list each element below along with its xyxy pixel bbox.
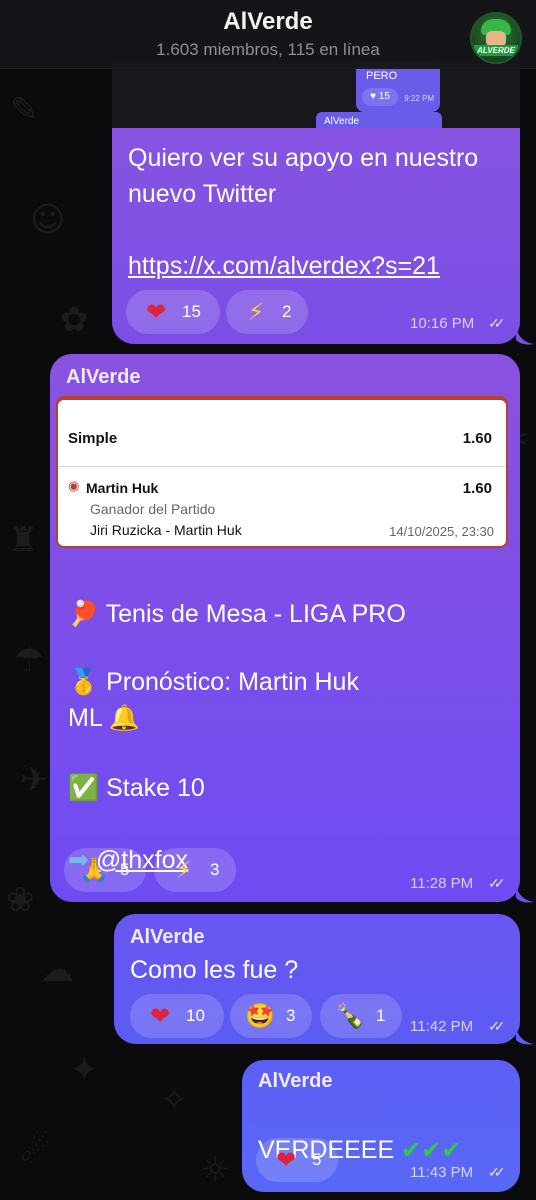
mini-time: 9:22 PM — [404, 94, 434, 103]
message-bubble[interactable]: AlVerde VERDEEEE ✔✔✔ ❤ 5 11:43 PM ✓✓ — [242, 1060, 520, 1192]
message-time: 11:43 PM — [410, 1164, 474, 1181]
reaction-lightning[interactable]: ⚡ 2 — [226, 290, 308, 334]
embedded-screenshot[interactable]: PERO ♥ 15 9:22 PM AlVerde — [112, 60, 520, 128]
reaction-count: 3 — [210, 860, 220, 879]
message-bubble[interactable]: AlVerde Como les fue ? ❤ 10 🤩 3 🍾 1 11:4… — [114, 914, 520, 1044]
reaction-count: 3 — [286, 1006, 296, 1025]
chat-title[interactable]: AlVerde — [0, 8, 536, 36]
heart-icon: ❤ — [149, 1002, 171, 1030]
champagne-icon: 🍾 — [335, 1002, 365, 1030]
pray-icon: 🙏 — [79, 856, 109, 884]
reaction-star-struck[interactable]: 🤩 3 — [230, 994, 312, 1038]
message-time: 10:16 PM — [410, 315, 475, 332]
market-name: Ganador del Partido — [90, 501, 216, 517]
reaction-count: 2 — [282, 302, 292, 321]
heart-icon: ❤ — [275, 1146, 297, 1174]
heart-icon: ❤ — [145, 298, 167, 326]
ping-pong-icon: 🏓 — [68, 599, 100, 628]
match-name: Jiri Ruzicka - Martin Huk — [90, 522, 242, 538]
bubble-tail — [516, 328, 534, 345]
reaction-count: 1 — [376, 1006, 386, 1025]
sender-name[interactable]: AlVerde — [66, 366, 140, 389]
bubble-tail — [516, 1028, 534, 1045]
bell-icon: 🔔 — [108, 703, 140, 732]
prediction-line: Pronóstico: Martin Huk — [106, 668, 359, 696]
reaction-heart[interactable]: ❤ 10 — [130, 994, 224, 1038]
check-icons: ✔✔✔ — [401, 1136, 462, 1164]
message-line: 🏓 Tenis de Mesa - LIGA PRO — [68, 560, 406, 632]
reaction-count: 5 — [312, 1150, 322, 1169]
selection-odds: 1.60 — [462, 480, 492, 497]
mini-message: PERO ♥ 15 9:22 PM — [356, 62, 440, 112]
reaction-champagne[interactable]: 🍾 1 — [320, 994, 402, 1038]
reaction-count: 15 — [182, 302, 201, 321]
reaction-lightning[interactable]: ⚡ 3 — [154, 848, 236, 892]
check-icon: ✅ — [68, 773, 100, 802]
stake-line: Stake 10 — [106, 774, 205, 802]
bet-slip-image[interactable]: Simple 1.60 ◉ Martin Huk 1.60 Ganador de… — [58, 400, 506, 546]
message-time: 11:28 PM — [410, 875, 474, 892]
total-odds: 1.60 — [462, 430, 492, 447]
sender-name[interactable]: AlVerde — [258, 1070, 332, 1093]
mini-reaction: ♥ 15 — [362, 88, 398, 106]
divider — [58, 466, 506, 467]
message-text: Como les fue ? — [130, 956, 299, 984]
mini-sender: AlVerde — [324, 116, 360, 127]
mini-message-text: PERO — [366, 70, 398, 82]
mini-message-2: AlVerde — [316, 112, 442, 128]
reaction-heart[interactable]: ❤ 15 — [126, 290, 220, 334]
reaction-count: 5 — [120, 860, 130, 879]
ping-pong-icon: ◉ — [68, 479, 80, 494]
avatar-logo-text: ALVERDE — [474, 45, 518, 56]
message-time: 11:42 PM — [410, 1018, 474, 1035]
chat-header[interactable]: AlVerde 1.603 miembros, 115 en línea ALV… — [0, 0, 536, 69]
message-line: ML 🔔 — [68, 664, 140, 736]
lightning-icon: ⚡ — [247, 298, 265, 326]
member-count: 1.603 miembros, 115 en línea — [156, 40, 380, 59]
selection-player: Martin Huk — [86, 480, 159, 496]
sport-line: Tenis de Mesa - LIGA PRO — [105, 600, 406, 628]
message-bubble[interactable]: PERO ♥ 15 9:22 PM AlVerde Quiero ver su … — [112, 60, 520, 344]
group-avatar[interactable]: ALVERDE — [470, 12, 522, 64]
read-ticks-icon: ✓✓ — [488, 1018, 506, 1034]
match-datetime: 14/10/2025, 23:30 — [389, 524, 494, 539]
sender-name[interactable]: AlVerde — [130, 926, 204, 949]
reaction-count: 10 — [186, 1006, 205, 1025]
message-text: Quiero ver su apoyo en nuestro nuevo Twi… — [128, 144, 479, 208]
read-ticks-icon: ✓✓ — [488, 315, 506, 331]
star-struck-icon: 🤩 — [245, 1002, 275, 1030]
twitter-link[interactable]: https://x.com/alverdex?s=21 — [128, 248, 440, 284]
reaction-pray[interactable]: 🙏 5 — [64, 848, 146, 892]
ml-label: ML — [68, 704, 102, 732]
read-ticks-icon: ✓✓ — [488, 875, 506, 891]
bet-type: Simple — [68, 430, 118, 447]
reaction-heart[interactable]: ❤ 5 — [256, 1138, 338, 1182]
message-line: ✅ Stake 10 — [68, 734, 205, 806]
bubble-tail — [516, 886, 534, 903]
read-ticks-icon: ✓✓ — [488, 1164, 506, 1180]
lightning-icon: ⚡ — [175, 856, 193, 884]
